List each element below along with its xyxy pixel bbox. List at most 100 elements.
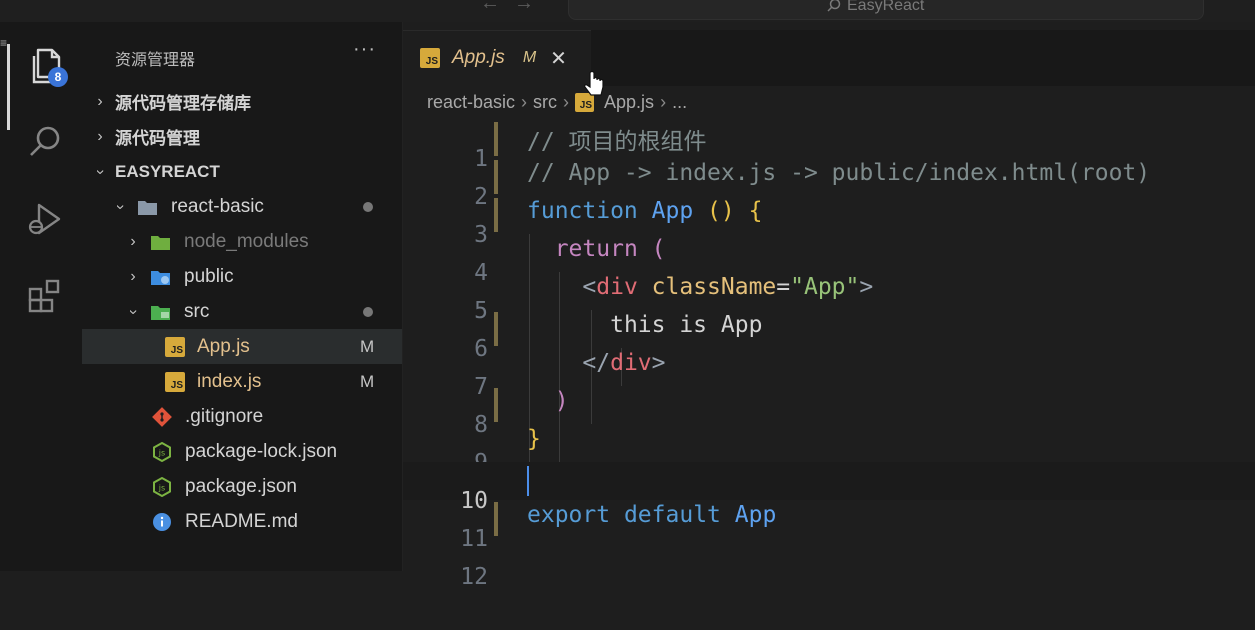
- explorer-badge: 8: [48, 67, 68, 87]
- tree-item-src[interactable]: › src: [82, 294, 402, 329]
- git-gutter-modified: [494, 502, 498, 536]
- code-punctuation: (): [707, 198, 735, 224]
- git-icon: [152, 406, 172, 427]
- breadcrumb-item[interactable]: react-basic: [427, 92, 515, 113]
- tree-item-node-modules[interactable]: › node_modules: [82, 224, 402, 259]
- code-keyword: return: [554, 236, 638, 262]
- command-center[interactable]: EasyReact: [568, 0, 1204, 20]
- folder-public-icon: [151, 270, 170, 285]
- chevron-right-icon: ›: [130, 267, 136, 285]
- git-status-modified: M: [360, 336, 375, 356]
- explorer-button[interactable]: 8: [22, 42, 68, 88]
- breadcrumb: react-basic › src › JS App.js › ...: [427, 89, 687, 115]
- code-string: "App": [790, 274, 860, 300]
- close-icon[interactable]: ✕: [550, 46, 567, 71]
- tab-app-js[interactable]: JS App.js M ✕: [403, 30, 591, 85]
- tree-label: public: [184, 265, 234, 287]
- git-gutter-modified: [494, 388, 498, 422]
- title-bar: ←→ EasyReact: [0, 0, 1255, 22]
- tree-item-public[interactable]: › public: [82, 259, 402, 294]
- modified-dot: [363, 307, 373, 317]
- code-line-current: 10: [403, 462, 1255, 514]
- code-punctuation: }: [527, 426, 541, 452]
- chevron-right-icon: ›: [97, 127, 103, 145]
- tab-label: App.js: [452, 47, 505, 68]
- search-icon: [827, 0, 841, 12]
- chevron-right-icon: ›: [563, 91, 570, 112]
- tree-item-package-json[interactable]: js package.json: [82, 469, 402, 504]
- code-comment: // App -> index.js -> public/index.html(…: [527, 160, 1151, 186]
- tree-item-index-js[interactable]: JS index.js M: [82, 364, 402, 399]
- sidebar-title: 资源管理器: [115, 52, 196, 69]
- tree-label: README.md: [185, 510, 298, 532]
- tab-modified-indicator: M: [522, 49, 537, 66]
- breadcrumb-item[interactable]: ...: [672, 92, 687, 113]
- line-number: 12: [460, 564, 488, 590]
- js-file-icon: JS: [420, 48, 440, 68]
- tree-item-package-lock[interactable]: js package-lock.json: [82, 434, 402, 469]
- explorer-sidebar: 资源管理器 ··· › 源代码管理存储库 › 源代码管理 › EASYREACT…: [82, 22, 403, 571]
- search-icon: [30, 126, 60, 156]
- tree-label: node_modules: [184, 230, 309, 252]
- tree-label: react-basic: [171, 195, 264, 217]
- code-keyword: export: [527, 502, 611, 528]
- code-identifier: App: [734, 502, 777, 528]
- chevron-down-icon: ›: [112, 203, 129, 210]
- code-line: 4 return (: [403, 234, 1255, 286]
- editor-area: JS App.js M ✕ react-basic › src › JS App…: [403, 22, 1255, 590]
- js-file-icon: JS: [165, 371, 185, 392]
- section-workspace[interactable]: › EASYREACT: [82, 154, 402, 189]
- chevron-down-icon: ›: [125, 308, 142, 315]
- tree-item-react-basic[interactable]: › react-basic: [82, 189, 402, 224]
- tree-item-app-js[interactable]: JS App.js M: [82, 329, 402, 364]
- tree-item-gitignore[interactable]: .gitignore: [82, 399, 402, 434]
- run-debug-icon: [28, 203, 61, 235]
- code-line: 12: [403, 538, 1255, 590]
- git-gutter-modified: [494, 160, 498, 194]
- tree-item-readme[interactable]: README.md: [82, 504, 402, 539]
- code-punctuation: {: [748, 198, 763, 224]
- code-line: 7 </div>: [403, 348, 1255, 400]
- git-gutter-modified: [494, 198, 498, 232]
- code-punctuation: </: [582, 350, 611, 376]
- tree-label: .gitignore: [185, 405, 264, 427]
- section-source-control[interactable]: › 源代码管理: [82, 119, 402, 154]
- breadcrumb-item[interactable]: App.js: [604, 92, 654, 113]
- section-repositories[interactable]: › 源代码管理存储库: [82, 84, 402, 119]
- code-keyword: default: [623, 502, 721, 528]
- code-line: 6 this is App: [403, 310, 1255, 362]
- tree-label: package.json: [185, 475, 297, 497]
- svg-text:js: js: [158, 483, 165, 492]
- code-punctuation: >: [651, 350, 666, 376]
- section-label: 源代码管理存储库: [115, 94, 251, 113]
- command-center-text: EasyReact: [847, 0, 925, 14]
- tree-label: src: [184, 300, 210, 322]
- code-function-name: App: [651, 198, 694, 224]
- code-punctuation: (: [651, 236, 666, 262]
- more-actions-button[interactable]: ···: [353, 38, 376, 61]
- tree-label: App.js: [197, 335, 250, 357]
- extensions-button[interactable]: [22, 273, 68, 319]
- info-icon: [153, 512, 171, 531]
- code-line: 3 function App () {: [403, 196, 1255, 248]
- breadcrumb-item[interactable]: src: [533, 92, 557, 113]
- search-button[interactable]: [22, 119, 68, 165]
- tab-bar: JS App.js M ✕: [403, 22, 1255, 86]
- nodejs-icon: js: [153, 441, 171, 462]
- mouse-pointer-icon: [584, 70, 604, 96]
- tab-bar-empty: [591, 30, 1255, 86]
- command-center-query[interactable]: EasyReact: [827, 0, 924, 15]
- activity-bar: ≡ 8: [0, 22, 82, 571]
- code-line: 5 <div className="App">: [403, 272, 1255, 324]
- code-line: 11 export default App: [403, 500, 1255, 552]
- folder-open-icon: [138, 200, 157, 215]
- chevron-right-icon: ›: [130, 232, 136, 250]
- code-line: 9 }: [403, 424, 1255, 476]
- code-line: 8 ): [403, 386, 1255, 438]
- navigation-arrows[interactable]: ←→: [480, 0, 548, 15]
- code-line: 1 // 项目的根组件: [403, 120, 1255, 172]
- active-indicator: [7, 44, 10, 130]
- run-debug-button[interactable]: [22, 196, 68, 242]
- text-cursor: [527, 466, 529, 496]
- code-tag: div: [596, 274, 638, 300]
